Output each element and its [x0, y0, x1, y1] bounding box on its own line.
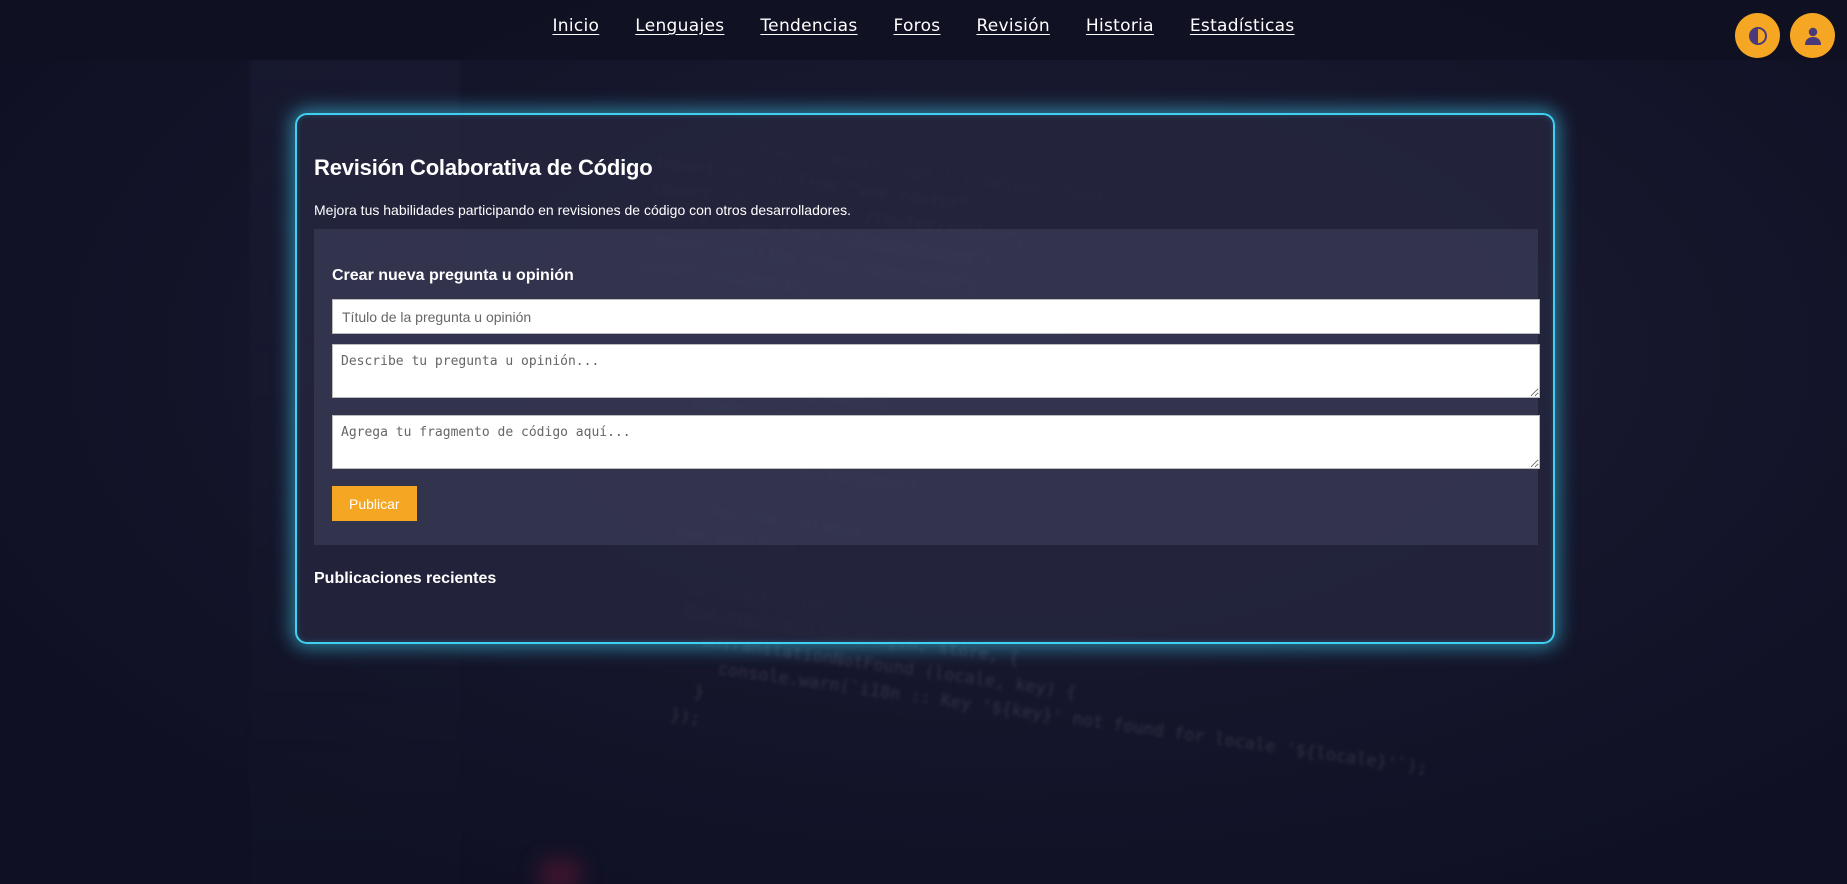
nav-link-tendencias[interactable]: Tendencias: [760, 16, 857, 36]
publish-button[interactable]: Publicar: [332, 486, 417, 521]
nav-actions: [1735, 13, 1835, 58]
review-card: Revisión Colaborativa de Código Mejora t…: [295, 113, 1555, 644]
nav-link-foros[interactable]: Foros: [894, 16, 941, 36]
nav-list: Inicio Lenguajes Tendencias Foros Revisi…: [552, 16, 1294, 36]
top-navigation: Inicio Lenguajes Tendencias Foros Revisi…: [0, 0, 1847, 60]
contrast-icon: [1748, 26, 1767, 45]
nav-link-inicio[interactable]: Inicio: [552, 16, 599, 36]
recent-posts-heading: Publicaciones recientes: [314, 570, 497, 587]
user-profile-button[interactable]: [1790, 13, 1835, 58]
post-description-textarea[interactable]: [332, 344, 1540, 398]
new-post-form: Crear nueva pregunta u opinión Publicar: [314, 229, 1540, 545]
nav-link-historia[interactable]: Historia: [1086, 16, 1154, 36]
page-subtitle: Mejora tus habilidades participando en r…: [314, 202, 851, 218]
code-snippet-textarea[interactable]: [332, 415, 1540, 469]
nav-link-revision[interactable]: Revisión: [976, 16, 1049, 36]
nav-link-estadisticas[interactable]: Estadísticas: [1190, 16, 1295, 36]
form-heading: Crear nueva pregunta u opinión: [332, 267, 574, 284]
post-title-input[interactable]: [332, 299, 1540, 334]
user-icon: [1804, 27, 1821, 45]
page-title: Revisión Colaborativa de Código: [314, 155, 653, 180]
theme-toggle-button[interactable]: [1735, 13, 1780, 58]
nav-link-lenguajes[interactable]: Lenguajes: [635, 16, 724, 36]
